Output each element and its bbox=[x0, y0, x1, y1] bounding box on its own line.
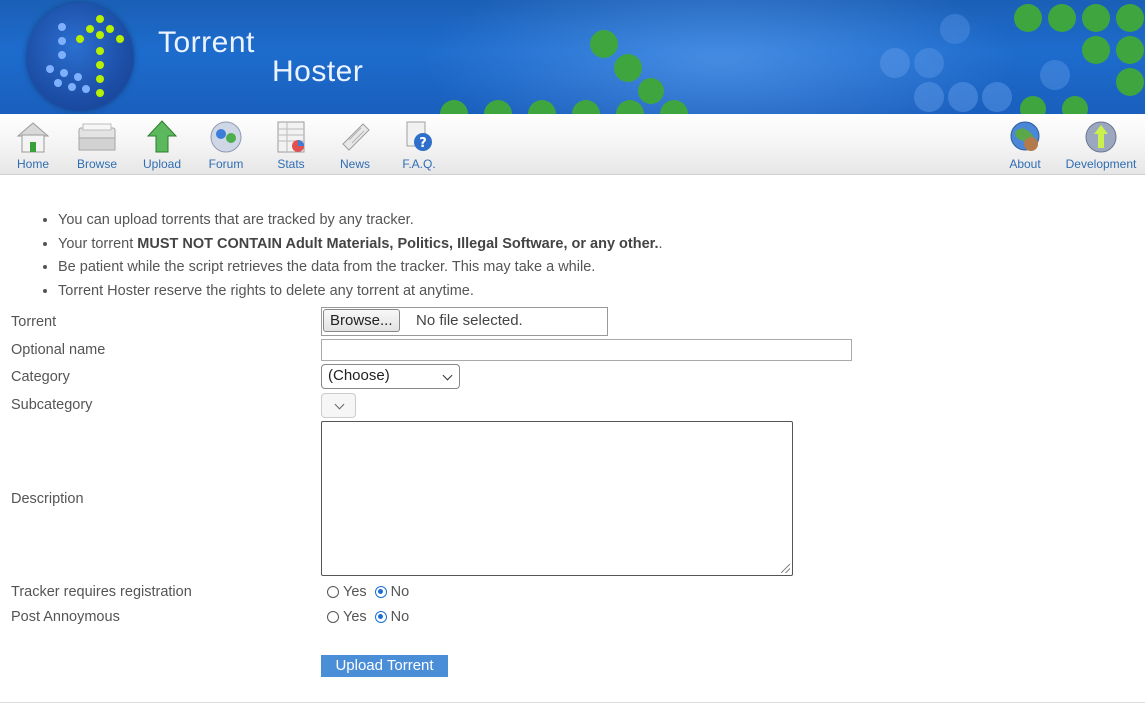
upload-icon bbox=[144, 118, 180, 156]
rule-item: Torrent Hoster reserve the rights to del… bbox=[58, 280, 663, 304]
radio-label: Yes bbox=[343, 609, 367, 625]
nav-forum[interactable]: Forum bbox=[205, 116, 247, 172]
browse-icon bbox=[75, 118, 119, 156]
tracker-registration-yes-radio[interactable] bbox=[327, 586, 339, 598]
description-textarea[interactable] bbox=[321, 421, 793, 576]
logo-icon[interactable] bbox=[26, 3, 134, 111]
torrent-label: Torrent bbox=[11, 314, 57, 330]
nav-upload[interactable]: Upload bbox=[140, 116, 184, 172]
nav-home[interactable]: Home bbox=[12, 116, 54, 172]
post-anonymous-yes-radio[interactable] bbox=[327, 611, 339, 623]
resize-grip-icon[interactable] bbox=[781, 564, 790, 573]
post-anonymous-radio-group: Yes No bbox=[327, 609, 417, 625]
nav-forum-label: Forum bbox=[208, 157, 244, 171]
rule-item: Be patient while the script retrieves th… bbox=[58, 256, 663, 280]
rule-item: Your torrent MUST NOT CONTAIN Adult Mate… bbox=[58, 233, 663, 257]
radio-label: No bbox=[390, 584, 410, 600]
home-icon bbox=[15, 118, 51, 156]
site-title-line2: Hoster bbox=[272, 55, 364, 88]
news-icon bbox=[337, 118, 373, 156]
nav-home-label: Home bbox=[16, 157, 49, 171]
category-selected-value: (Choose) bbox=[328, 367, 390, 384]
radio-label: Yes bbox=[343, 584, 367, 600]
development-icon bbox=[1083, 118, 1119, 156]
main-nav: Home Browse Upload Forum Stats News ? F.… bbox=[0, 114, 1145, 175]
nav-news-label: News bbox=[339, 157, 370, 171]
category-label: Category bbox=[11, 369, 70, 385]
nav-browse-label: Browse bbox=[76, 157, 117, 171]
category-select[interactable]: (Choose) bbox=[321, 364, 460, 389]
nav-about-label: About bbox=[1009, 157, 1041, 171]
nav-news[interactable]: News bbox=[336, 116, 374, 172]
tracker-registration-label: Tracker requires registration bbox=[11, 584, 192, 600]
file-status-text: No file selected. bbox=[416, 312, 523, 329]
about-icon bbox=[1007, 118, 1043, 156]
torrent-file-input[interactable]: Browse... No file selected. bbox=[321, 307, 608, 336]
radio-label: No bbox=[390, 609, 410, 625]
subcategory-select[interactable] bbox=[321, 393, 356, 418]
nav-about[interactable]: About bbox=[1003, 116, 1047, 172]
chevron-down-icon bbox=[334, 399, 345, 410]
header-banner: Torrent Hoster bbox=[0, 0, 1145, 114]
rule-text: . bbox=[658, 235, 663, 252]
site-title-line1: Torrent bbox=[158, 26, 255, 59]
nav-faq-label: F.A.Q. bbox=[402, 157, 436, 171]
rule-text: Your torrent bbox=[58, 235, 138, 252]
nav-browse[interactable]: Browse bbox=[74, 116, 120, 172]
faq-icon: ? bbox=[401, 118, 437, 156]
chevron-down-icon bbox=[442, 370, 453, 381]
nav-stats-label: Stats bbox=[277, 157, 305, 171]
forum-icon bbox=[208, 118, 244, 156]
tracker-registration-radio-group: Yes No bbox=[327, 584, 417, 600]
post-anonymous-no-radio[interactable] bbox=[374, 611, 387, 623]
nav-upload-label: Upload bbox=[142, 157, 182, 171]
description-label: Description bbox=[11, 491, 84, 507]
post-anonymous-label: Post Annoymous bbox=[11, 609, 120, 625]
rule-text-bold: MUST NOT CONTAIN Adult Materials, Politi… bbox=[137, 235, 659, 252]
tracker-registration-no-radio[interactable] bbox=[374, 586, 387, 598]
upload-rules-list: You can upload torrents that are tracked… bbox=[18, 209, 663, 303]
optional-name-input[interactable] bbox=[321, 339, 852, 361]
nav-stats[interactable]: Stats bbox=[272, 116, 310, 172]
upload-torrent-button[interactable]: Upload Torrent bbox=[321, 655, 448, 677]
subcategory-label: Subcategory bbox=[11, 397, 93, 413]
nav-development-label: Development bbox=[1065, 157, 1137, 171]
browse-button[interactable]: Browse... bbox=[323, 309, 400, 332]
nav-faq[interactable]: ? F.A.Q. bbox=[400, 116, 438, 172]
svg-text:?: ? bbox=[419, 136, 427, 151]
optional-name-label: Optional name bbox=[11, 342, 106, 358]
stats-icon bbox=[273, 118, 309, 156]
rule-item: You can upload torrents that are tracked… bbox=[58, 209, 663, 233]
nav-development[interactable]: Development bbox=[1060, 116, 1142, 172]
